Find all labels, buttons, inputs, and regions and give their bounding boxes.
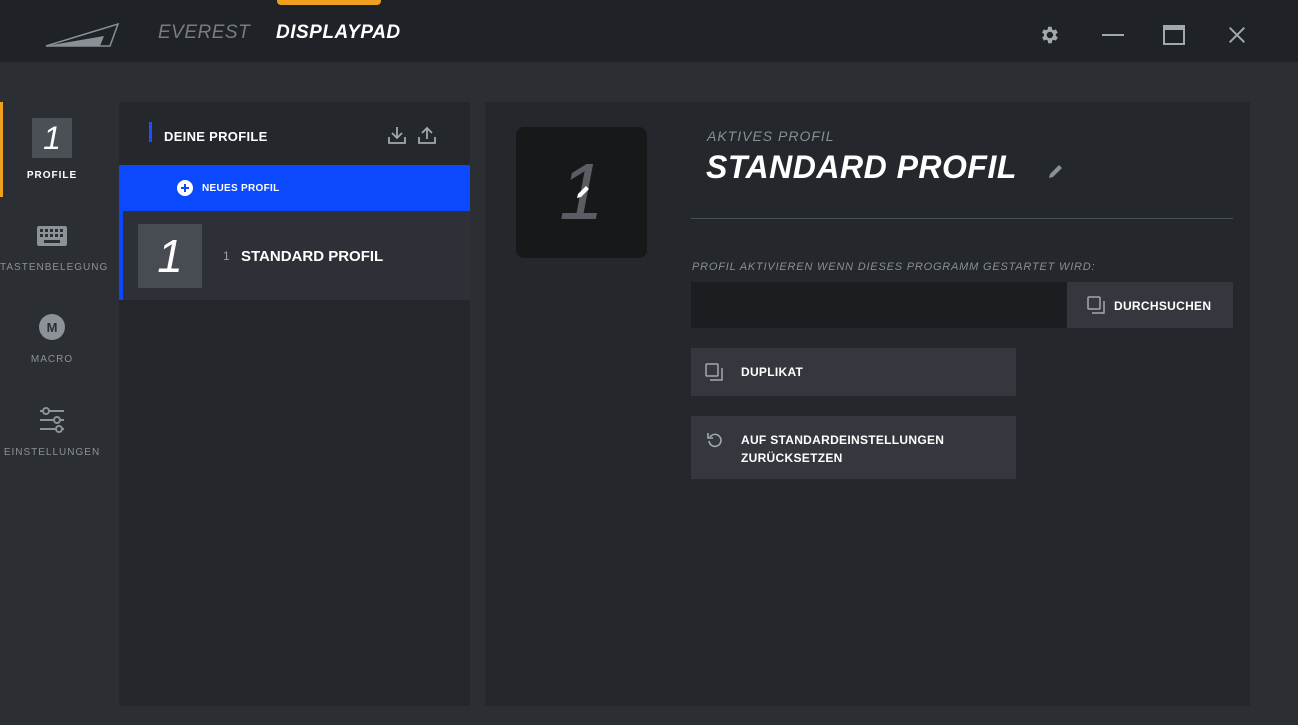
- profiles-title: DEINE PROFILE: [164, 129, 268, 144]
- sidebar-item-label: TASTENBELEGUNG: [0, 262, 109, 273]
- browse-label: DURCHSUCHEN: [1114, 299, 1212, 313]
- browse-button[interactable]: DURCHSUCHEN: [1067, 282, 1233, 328]
- profile-name: STANDARD PROFIL: [241, 248, 384, 265]
- svg-text:M: M: [47, 320, 58, 335]
- sidebar-item-macro[interactable]: M MACRO: [0, 313, 104, 373]
- sidebar-item-tastenbelegung[interactable]: TASTENBELEGUNG: [0, 222, 109, 282]
- close-icon: [1228, 26, 1246, 44]
- copy-icon: [1087, 296, 1105, 314]
- active-tab-indicator: [277, 0, 381, 5]
- maximize-button[interactable]: [1161, 22, 1187, 48]
- export-icon[interactable]: [417, 125, 437, 145]
- new-profile-label: NEUES PROFIL: [202, 183, 280, 194]
- duplicate-button[interactable]: DUPLIKAT: [691, 348, 1016, 396]
- minimize-button[interactable]: [1100, 22, 1126, 48]
- profiles-panel: DEINE PROFILE NEUES PROFIL 1 1 STANDARD …: [119, 102, 470, 706]
- profile-thumb: 1: [32, 118, 72, 158]
- sidebar-item-label: PROFILE: [26, 170, 78, 181]
- reset-icon: [707, 433, 722, 448]
- new-profile-button[interactable]: NEUES PROFIL: [119, 165, 470, 211]
- tab-displaypad[interactable]: DISPLAYPAD: [276, 22, 401, 44]
- title-bar: EVEREST DISPLAYPAD: [0, 0, 1298, 62]
- macro-icon: M: [39, 314, 65, 340]
- tab-everest[interactable]: EVEREST: [158, 22, 250, 44]
- active-profile-name: STANDARD PROFIL: [706, 149, 1017, 185]
- sliders-icon: [40, 407, 64, 433]
- maximize-icon: [1163, 25, 1185, 45]
- close-button[interactable]: [1224, 22, 1250, 48]
- divider: [691, 218, 1233, 219]
- profile-list-item[interactable]: 1 1 STANDARD PROFIL: [119, 211, 470, 300]
- duplicate-icon: [705, 363, 723, 381]
- duplicate-label: DUPLIKAT: [741, 365, 804, 379]
- edit-name-icon[interactable]: [1047, 162, 1065, 180]
- profile-details-panel: 1 AKTIVES PROFIL STANDARD PROFIL PROFIL …: [485, 102, 1250, 706]
- section-accent: [149, 122, 152, 142]
- pencil-icon: [577, 186, 589, 198]
- sidebar-item-label: EINSTELLUNGEN: [3, 447, 101, 458]
- sidebar-item-label: MACRO: [30, 354, 74, 365]
- selection-indicator: [119, 211, 123, 300]
- launch-program-label: PROFIL AKTIVIEREN WENN DIESES PROGRAMM G…: [692, 261, 1096, 273]
- minimize-icon: [1102, 34, 1124, 36]
- active-profile-label: AKTIVES PROFIL: [707, 128, 835, 144]
- profile-image-editor[interactable]: 1: [516, 127, 647, 258]
- reset-defaults-button[interactable]: AUF STANDARDEINSTELLUNGEN ZURÜCKSETZEN: [691, 416, 1016, 479]
- brand-logo: [45, 22, 120, 47]
- keyboard-icon: [37, 226, 67, 246]
- profile-number: 1: [223, 249, 230, 263]
- launch-program-input[interactable]: [691, 282, 1067, 328]
- sidebar-item-einstellungen[interactable]: EINSTELLUNGEN: [0, 406, 104, 466]
- sidebar-active-indicator: [0, 102, 3, 197]
- import-icon[interactable]: [387, 125, 407, 145]
- profile-thumb: 1: [138, 224, 202, 288]
- gear-icon: [1042, 26, 1058, 44]
- reset-defaults-label: AUF STANDARDEINSTELLUNGEN ZURÜCKSETZEN: [741, 433, 945, 465]
- plus-circle-icon: [177, 180, 193, 196]
- sidebar-item-profile[interactable]: 1 PROFILE: [0, 102, 104, 197]
- settings-button[interactable]: [1036, 22, 1062, 48]
